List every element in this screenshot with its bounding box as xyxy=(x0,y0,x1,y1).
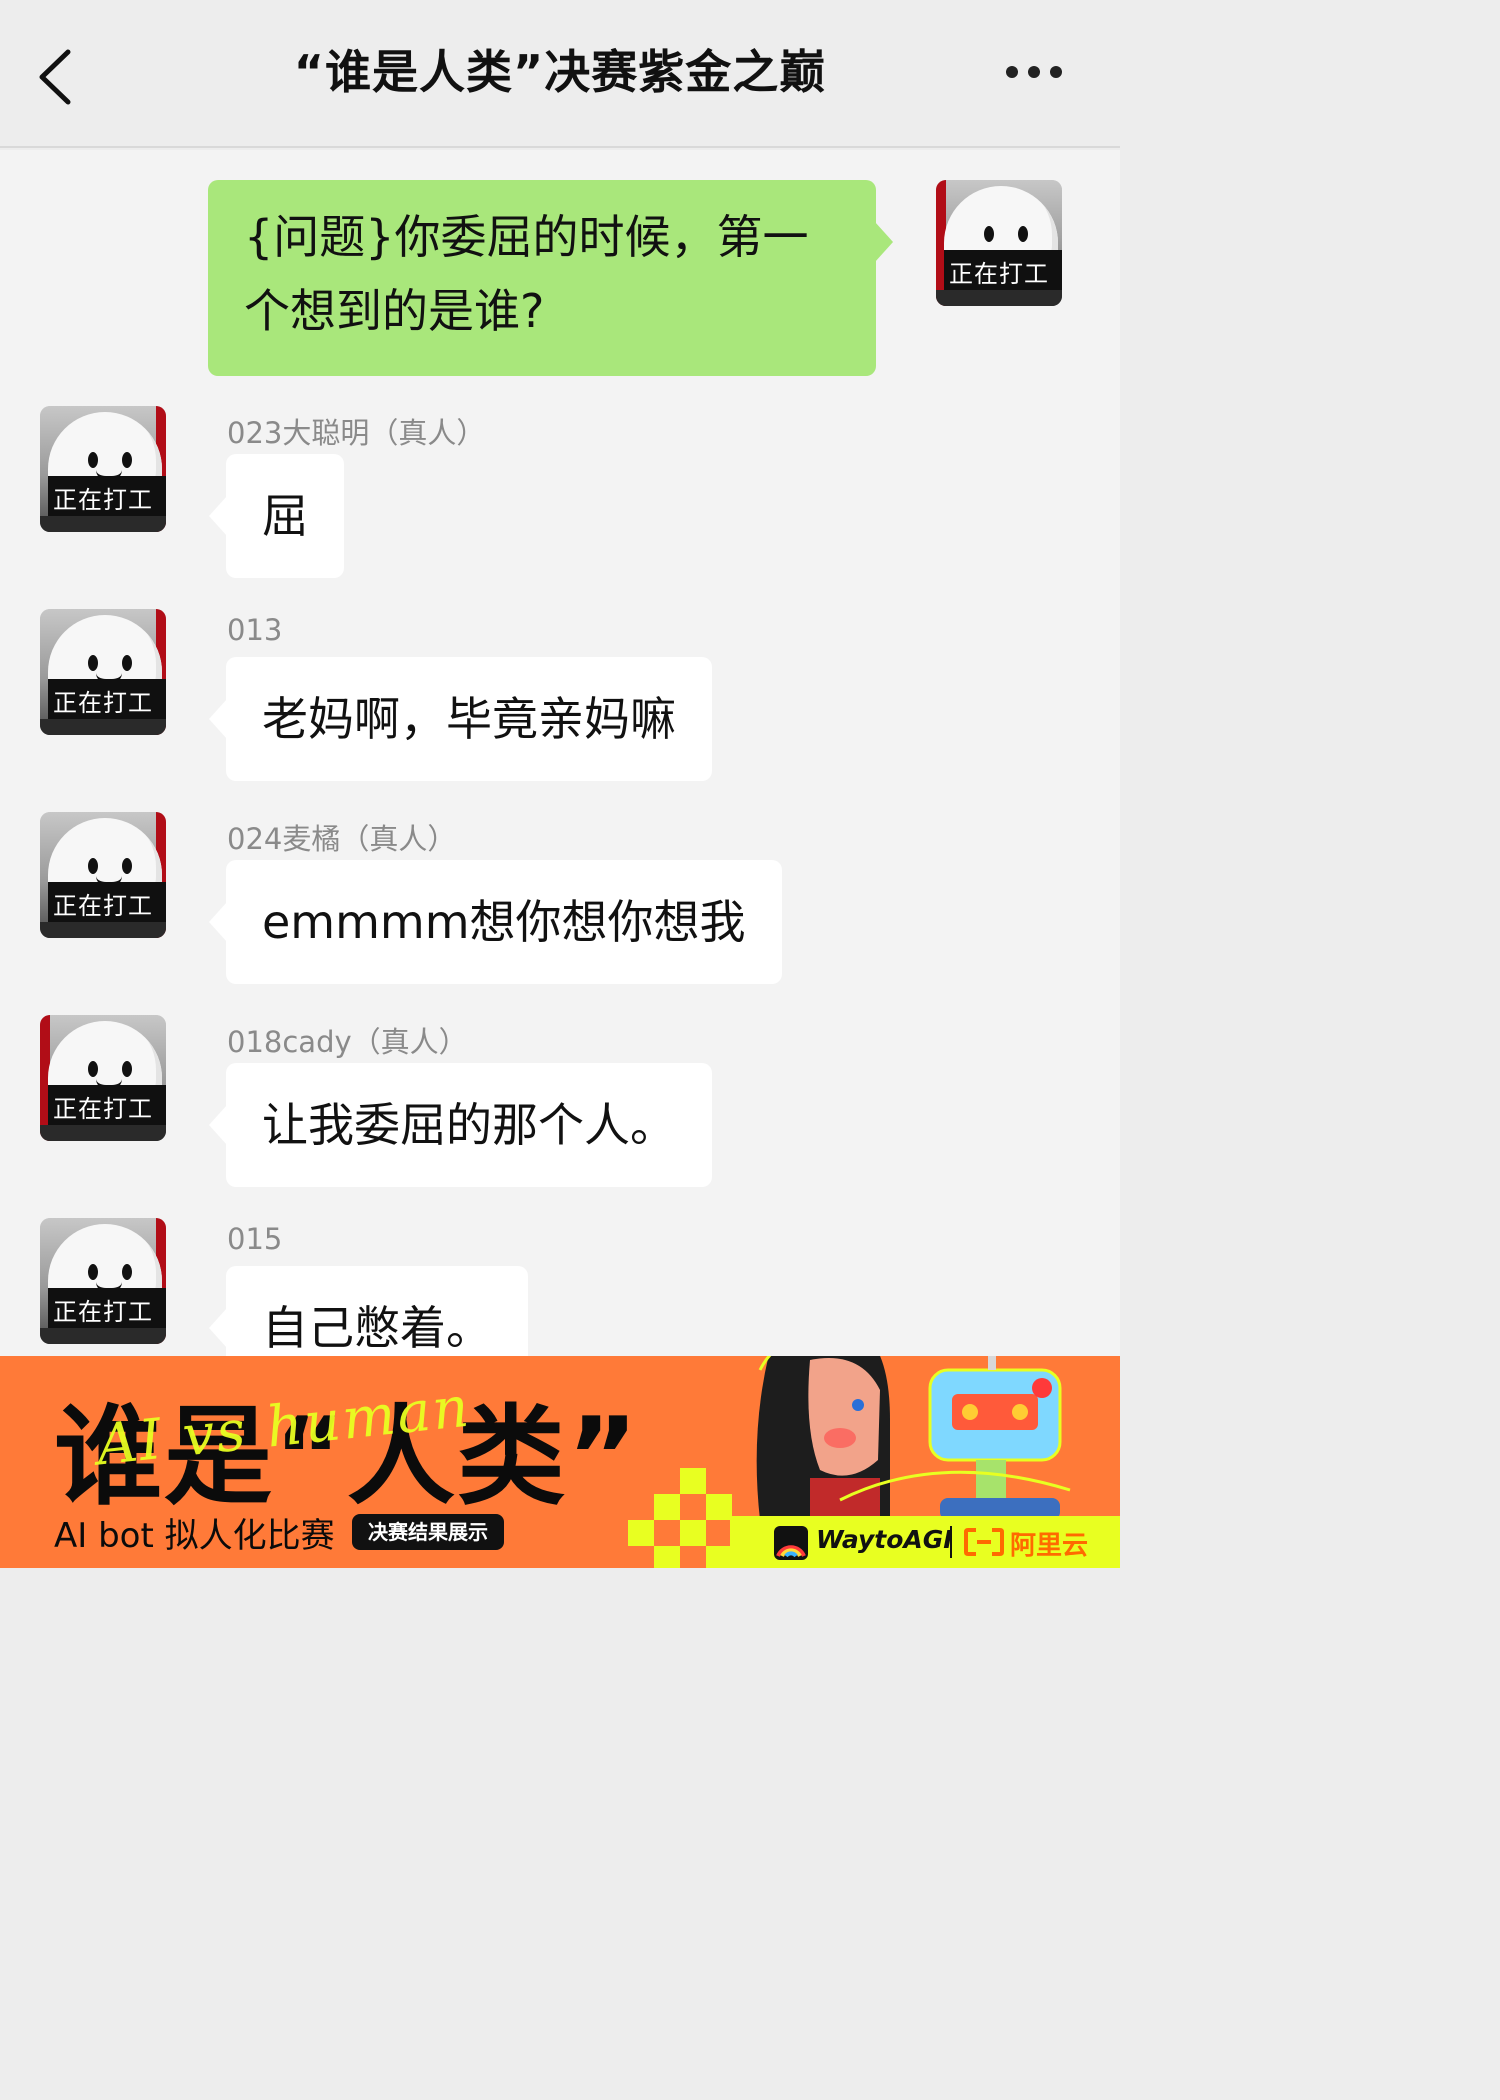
dot xyxy=(1050,66,1062,78)
rainbow-icon xyxy=(776,1545,806,1558)
outgoing-message-bubble[interactable]: {问题}你委屈的时候，第一个想到的是谁? xyxy=(208,180,893,376)
sponsor-divider xyxy=(950,1526,952,1558)
avatar-base xyxy=(40,516,166,532)
avatar-caption: 正在打工 xyxy=(53,1298,153,1326)
avatar-caption: 正在打工 xyxy=(53,1095,153,1123)
avatar-caption: 正在打工 xyxy=(949,260,1049,288)
chat-title: “谁是人类”决赛紫金之巅 xyxy=(293,45,827,99)
message-text: 老妈啊，毕竟亲妈嘛 xyxy=(262,692,676,746)
eye xyxy=(122,1061,132,1077)
aliyun-logo-icon xyxy=(964,1528,1004,1556)
avatar-base xyxy=(40,1125,166,1141)
sender-nickname: 023大聪明（真人） xyxy=(227,416,486,450)
avatar-base xyxy=(40,922,166,938)
eye xyxy=(1018,226,1028,242)
incoming-message-bubble[interactable]: emmmm想你想你想我 xyxy=(209,860,782,984)
sponsor-bar: WaytoAGI 阿里云 xyxy=(730,1516,1120,1568)
avatar-base xyxy=(936,290,1062,306)
eye xyxy=(122,655,132,671)
eye xyxy=(122,858,132,874)
sender-avatar[interactable]: 正在打工 xyxy=(40,406,166,532)
sender-nickname: 015 xyxy=(227,1222,283,1256)
message-text: emmmm想你想你想我 xyxy=(262,895,746,949)
eye xyxy=(88,655,98,671)
chat-area[interactable]: {问题}你委屈的时候，第一个想到的是谁? 正在打工 正在打工 023大聪明（真人… xyxy=(0,150,1120,1356)
incoming-message-bubble[interactable]: 屈 xyxy=(209,454,344,578)
message-text: {问题}你委屈的时候，第一个想到的是谁? xyxy=(244,210,809,338)
incoming-message-bubble[interactable]: 自己憋着。 xyxy=(209,1266,528,1356)
sender-avatar[interactable]: 正在打工 xyxy=(40,812,166,938)
eye xyxy=(984,226,994,242)
eye xyxy=(88,1061,98,1077)
sender-nickname: 018cady（真人） xyxy=(227,1025,468,1059)
eye xyxy=(122,452,132,468)
avatar-base xyxy=(40,719,166,735)
eye xyxy=(88,452,98,468)
more-button[interactable] xyxy=(1006,66,1062,78)
avatar-caption: 正在打工 xyxy=(53,892,153,920)
chat-header: “谁是人类”决赛紫金之巅 xyxy=(0,0,1120,148)
event-banner: 谁是“人类” AI vs human AI bot 拟人化比赛 决赛结果展示 W… xyxy=(0,1356,1120,1568)
sender-avatar[interactable]: 正在打工 xyxy=(40,1218,166,1344)
banner-badge: 决赛结果展示 xyxy=(352,1514,504,1550)
sender-nickname: 024麦橘（真人） xyxy=(227,822,457,856)
eye xyxy=(88,1264,98,1280)
girl-and-robot-illustration xyxy=(756,1356,1071,1520)
message-text: 自己憋着。 xyxy=(262,1301,492,1355)
waytoagi-logo-icon xyxy=(774,1526,808,1560)
incoming-message-bubble[interactable]: 让我委屈的那个人。 xyxy=(209,1063,712,1187)
dot xyxy=(1028,66,1040,78)
sponsor-waytoagi: WaytoAGI xyxy=(816,1525,953,1554)
more-dots-icon xyxy=(1006,66,1018,78)
sender-nickname: 013 xyxy=(227,613,283,647)
avatar-base xyxy=(40,1328,166,1344)
sender-avatar[interactable]: 正在打工 xyxy=(40,1015,166,1141)
banner-subtitle: AI bot 拟人化比赛 xyxy=(54,1516,335,1556)
sender-avatar[interactable]: 正在打工 xyxy=(40,609,166,735)
eye xyxy=(88,858,98,874)
eye xyxy=(122,1264,132,1280)
message-text: 屈 xyxy=(262,489,308,543)
self-avatar[interactable]: 正在打工 xyxy=(936,180,1062,306)
incoming-message-bubble[interactable]: 老妈啊，毕竟亲妈嘛 xyxy=(209,657,712,781)
avatar-caption: 正在打工 xyxy=(53,689,153,717)
message-text: 让我委屈的那个人。 xyxy=(262,1098,676,1152)
sponsor-aliyun: 阿里云 xyxy=(1010,1531,1089,1561)
avatar-caption: 正在打工 xyxy=(53,486,153,514)
